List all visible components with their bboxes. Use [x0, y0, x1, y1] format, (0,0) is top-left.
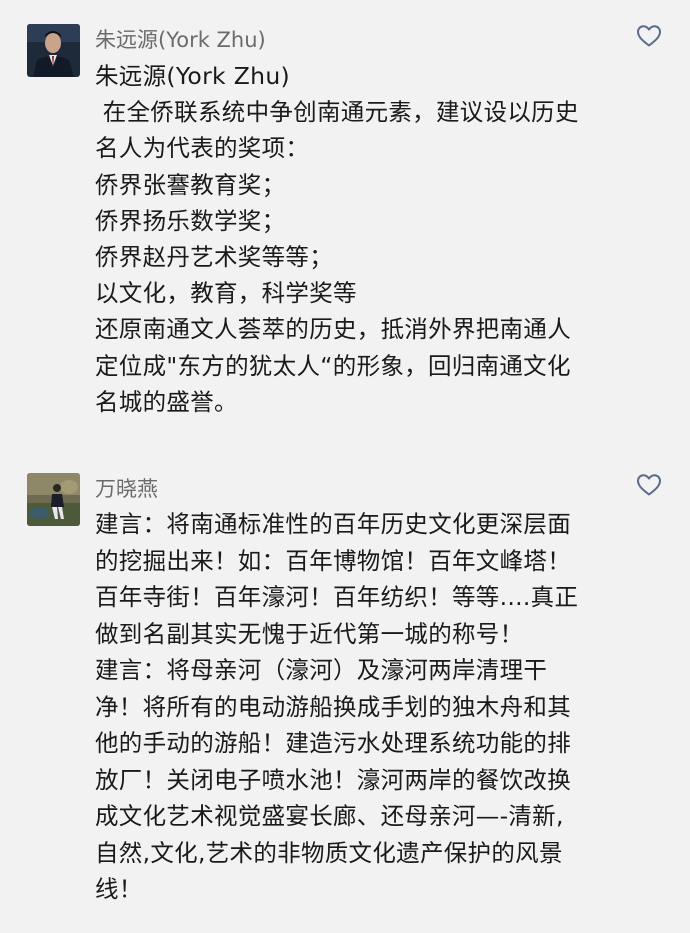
comment-item: 朱远源(York Zhu) 朱远源(York Zhu) 在全侨联系统中争创南通元… [0, 0, 690, 460]
comment-line: 名城的盛誉。 [95, 387, 238, 416]
comment-line: 侨界张謇教育奖； [95, 170, 286, 199]
comment-line: 成文化艺术视觉盛宴长廊、还母亲河—-清新, [95, 802, 564, 830]
comment-line: 名人为代表的奖项： [95, 134, 310, 163]
comment-text: 建言：将南通标准性的百年历史文化更深层面 的挖掘出来！如：百年博物馆！百年文峰塔… [95, 506, 675, 908]
avatar[interactable] [27, 473, 80, 526]
comment-line: 还原南通文人荟萃的历史，抵消外界把南通人 [95, 315, 571, 344]
comment-line: 百年寺街！百年濠河！百年纺织！等等....真正 [95, 583, 579, 611]
comment-line: 定位成"东方的犹太人“的形象，回归南通文化 [95, 351, 571, 380]
comment-author: 万晓燕 [95, 477, 158, 501]
comment-line: 建言：将母亲河（濠河）及濠河两岸清理干 [95, 656, 548, 684]
comment-line: 侨界扬乐数学奖； [95, 206, 286, 235]
comment-line: 他的手动的游船！建造污水处理系统功能的排 [95, 729, 571, 757]
comment-line: 建言：将南通标准性的百年历史文化更深层面 [95, 510, 571, 538]
comment-line: 朱远源(York Zhu) [95, 62, 290, 90]
avatar[interactable] [27, 24, 80, 77]
comment-line: 放厂！关闭电子喷水池！濠河两岸的餐饮改换 [95, 765, 571, 794]
like-button[interactable] [636, 473, 662, 497]
comment-line: 线！ [95, 875, 143, 903]
comment-line: 自然,文化,艺术的非物质文化遗产保护的风景 [95, 838, 563, 867]
like-button[interactable] [636, 24, 662, 48]
comment-line: 净！将所有的电动游船换成手划的独木舟和其 [95, 692, 571, 721]
comment-line: 在全侨联系统中争创南通元素，建议设以历史 [95, 98, 579, 127]
comment-line: 做到名副其实无愧于近代第一城的称号！ [95, 619, 524, 648]
comment-author: 朱远源(York Zhu) [95, 28, 266, 52]
comment-line: 以文化，教育，科学奖等 [95, 279, 357, 308]
comment-item: 万晓燕 建言：将南通标准性的百年历史文化更深层面 的挖掘出来！如：百年博物馆！百… [0, 460, 690, 933]
heart-outline-icon [637, 474, 661, 496]
comment-line: 的挖掘出来！如：百年博物馆！百年文峰塔！ [95, 546, 571, 575]
comment-line: 侨界赵丹艺术奖等等； [95, 243, 333, 272]
comment-text: 朱远源(York Zhu) 在全侨联系统中争创南通元素，建议设以历史 名人为代表… [95, 58, 675, 420]
heart-outline-icon [637, 25, 661, 47]
